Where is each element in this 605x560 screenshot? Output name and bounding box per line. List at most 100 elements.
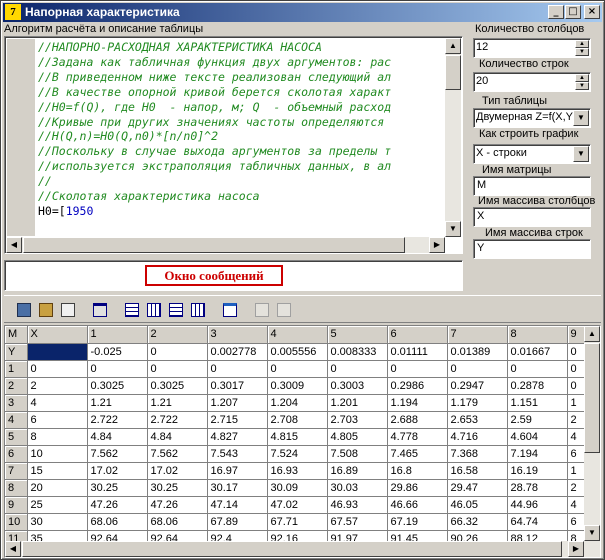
code-line[interactable]: //В качестве опорной кривой берется скол… — [38, 85, 448, 100]
scroll-up-arrow-icon[interactable]: ▲ — [445, 38, 461, 54]
title-bar[interactable]: 7 Напорная характеристика _ □ × — [3, 3, 602, 22]
grid-cell[interactable]: 4.827 — [207, 428, 268, 446]
code-text[interactable]: //НАПОРНО-РАСХОДНАЯ ХАРАКТЕРИСТИКА НАСОС… — [38, 40, 448, 236]
hscroll-thumb[interactable] — [23, 237, 405, 253]
table-row[interactable]: Y -0.025 0 0.002778 0.005556 0.008333 0.01111 0… — [5, 343, 588, 361]
delete-column-icon[interactable] — [188, 300, 208, 320]
table-row[interactable]: 8 20 30.25 30.25 30.17 30.09 30.03 29.86 29.47 28… — [5, 479, 588, 497]
grid-cell[interactable]: 7.465 — [387, 445, 448, 463]
grid-cell[interactable]: 1.21 — [87, 394, 148, 412]
editor-horizontal-scrollbar[interactable]: ◀ ▶ — [6, 237, 445, 253]
column-header[interactable]: 4 — [267, 326, 328, 344]
grid-cell[interactable]: 47.14 — [207, 496, 268, 514]
grid-cell[interactable]: 1.179 — [447, 394, 508, 412]
grid-cell[interactable]: 1.21 — [147, 394, 208, 412]
scroll-left-arrow-icon[interactable]: ◀ — [5, 541, 21, 557]
grid-cell[interactable]: 0.3009 — [267, 377, 328, 395]
grid-horizontal-scrollbar[interactable]: ◀ ▶ — [5, 541, 600, 557]
grid-cell[interactable]: 47.26 — [87, 496, 148, 514]
grid-cell[interactable]: 16.58 — [447, 462, 508, 480]
grid-cell[interactable]: 16.19 — [507, 462, 568, 480]
grid-cell[interactable]: 16.93 — [267, 462, 328, 480]
grid-cell[interactable]: 0.3025 — [147, 377, 208, 395]
close-button[interactable]: × — [584, 5, 600, 19]
grid-cell[interactable]: 10 — [27, 445, 88, 463]
editor-vertical-scrollbar[interactable]: ▲ ▼ — [445, 38, 461, 237]
column-header[interactable]: 8 — [507, 326, 568, 344]
grid-cell[interactable]: 2 — [27, 377, 88, 395]
columns-count-spinner[interactable]: 12 ▲ ▼ — [473, 38, 591, 58]
scroll-thumb[interactable] — [445, 55, 461, 90]
code-line[interactable]: //Кривые при других значениях частоты оп… — [38, 115, 448, 130]
table-row[interactable]: 10 30 68.06 68.06 67.89 67.71 67.57 67.19 66.32 6… — [5, 513, 588, 531]
chevron-down-icon[interactable]: ▼ — [573, 146, 589, 162]
data-grid[interactable]: M X 1 2 3 4 5 6 7 8 9 Y -0.025 0 0.002778 0.005556 0.008… — [4, 325, 601, 558]
table-row[interactable]: 5 8 4.84 4.84 4.827 4.815 4.805 4.778 4.716 4.604… — [5, 428, 588, 446]
grid-cell[interactable]: 29.86 — [387, 479, 448, 497]
code-line[interactable]: //H0=f(Q), где H0 - напор, м; Q - объемн… — [38, 100, 448, 115]
code-line[interactable]: //H(Q,n)=H0(Q,n0)*[n/n0]^2 — [38, 129, 448, 144]
build-graph-select[interactable]: X - строки ▼ — [473, 144, 591, 164]
row-header[interactable]: 7 — [5, 462, 28, 480]
table-row[interactable]: 3 4 1.21 1.21 1.207 1.204 1.201 1.194 1.179 1.151… — [5, 394, 588, 412]
column-header[interactable]: M — [5, 326, 28, 344]
column-header[interactable]: X — [27, 326, 88, 344]
delete-row-icon[interactable] — [166, 300, 186, 320]
grid-cell[interactable]: 0 — [147, 343, 208, 361]
code-line[interactable]: //В приведенном ниже тексте реализован с… — [38, 70, 448, 85]
row-header[interactable]: 5 — [5, 428, 28, 446]
grid-cell[interactable]: 16.8 — [387, 462, 448, 480]
grid-cell[interactable]: 4.84 — [87, 428, 148, 446]
grid-cell[interactable]: 2.715 — [207, 411, 268, 429]
grid-cell[interactable]: 67.19 — [387, 513, 448, 531]
row-header[interactable]: 1 — [5, 360, 28, 378]
grid-cell[interactable]: 4.805 — [327, 428, 388, 446]
code-line[interactable]: //Задана как табличная функция двух аргу… — [38, 55, 448, 70]
grid-cell[interactable]: 44.96 — [507, 496, 568, 514]
grid-cell[interactable]: 66.32 — [447, 513, 508, 531]
grid-cell[interactable]: 67.57 — [327, 513, 388, 531]
spin-up-icon[interactable]: ▲ — [575, 74, 589, 82]
rows-array-name-field[interactable]: Y — [473, 239, 591, 259]
table-row[interactable]: 9 25 47.26 47.26 47.14 47.02 46.93 46.66 46.05 44… — [5, 496, 588, 514]
table-row[interactable]: 4 6 2.722 2.722 2.715 2.708 2.703 2.688 2.653 2.5… — [5, 411, 588, 429]
grid-cell[interactable]: 4.778 — [387, 428, 448, 446]
grid-cell[interactable]: 7.562 — [147, 445, 208, 463]
copy-icon[interactable] — [14, 300, 34, 320]
table-type-select[interactable]: Двумерная Z=f(X,Y ▼ — [473, 108, 591, 128]
grid-cell[interactable]: 46.93 — [327, 496, 388, 514]
grid-cell[interactable]: 4.815 — [267, 428, 328, 446]
column-header[interactable]: 3 — [207, 326, 268, 344]
grid-cell[interactable]: 0.005556 — [267, 343, 328, 361]
grid-cell[interactable]: 0.01389 — [447, 343, 508, 361]
grid-cell[interactable]: 0.2947 — [447, 377, 508, 395]
grid-cell[interactable]: 0.01667 — [507, 343, 568, 361]
grid-cell[interactable]: 4 — [27, 394, 88, 412]
grid-cell[interactable]: 0 — [267, 360, 328, 378]
grid-cell[interactable]: 0 — [327, 360, 388, 378]
row-header[interactable]: 6 — [5, 445, 28, 463]
grid-cell[interactable]: 2.653 — [447, 411, 508, 429]
grid-cell[interactable]: 16.89 — [327, 462, 388, 480]
grid-cell[interactable]: 7.562 — [87, 445, 148, 463]
row-header[interactable]: 3 — [5, 394, 28, 412]
column-header[interactable]: 6 — [387, 326, 448, 344]
insert-row-icon[interactable] — [122, 300, 142, 320]
grid-cell[interactable]: 1.194 — [387, 394, 448, 412]
columns-array-name-field[interactable]: X — [473, 207, 591, 227]
grid-cell[interactable]: 8 — [27, 428, 88, 446]
grid-cell[interactable]: 4.716 — [447, 428, 508, 446]
table-row[interactable]: 7 15 17.02 17.02 16.97 16.93 16.89 16.8 16.58 16.… — [5, 462, 588, 480]
grid-cell[interactable]: 67.89 — [207, 513, 268, 531]
rows-count-spinner[interactable]: 20 ▲ ▼ — [473, 72, 591, 92]
grid-cell[interactable]: 16.97 — [207, 462, 268, 480]
matrix-name-field[interactable]: M — [473, 176, 591, 196]
code-editor[interactable]: //НАПОРНО-РАСХОДНАЯ ХАРАКТЕРИСТИКА НАСОС… — [4, 36, 463, 254]
column-header[interactable]: 1 — [87, 326, 148, 344]
column-header[interactable]: 7 — [447, 326, 508, 344]
scroll-right-arrow-icon[interactable]: ▶ — [429, 237, 445, 253]
spin-down-icon[interactable]: ▼ — [575, 82, 589, 90]
column-header[interactable]: 2 — [147, 326, 208, 344]
grid-cell[interactable]: 47.26 — [147, 496, 208, 514]
grid-cell[interactable]: 0.3003 — [327, 377, 388, 395]
